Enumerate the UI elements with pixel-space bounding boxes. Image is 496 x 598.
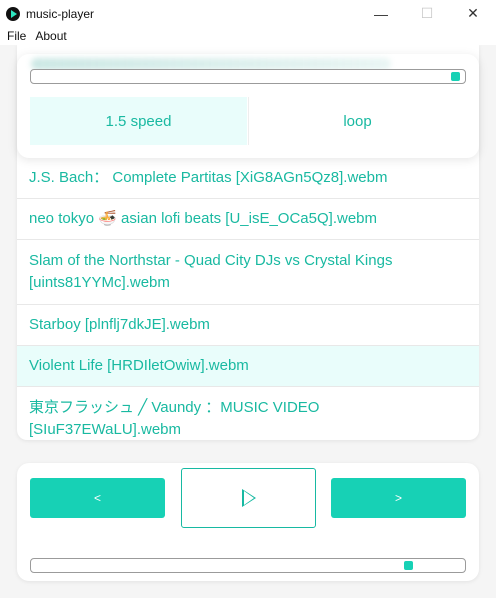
playlist-item[interactable]: J.S. Bach： Complete Partitas [XiG8AGn5Qz…	[17, 158, 479, 199]
playlist-item-title: neo tokyo 🍜 asian lofi beats [U_isE_OCa5…	[29, 210, 378, 227]
menu-file[interactable]: File	[7, 29, 26, 43]
next-button[interactable]: >	[331, 478, 466, 518]
playlist-item-title: Starboy [plnflj7dkJE].webm	[29, 316, 210, 333]
menu-about[interactable]: About	[35, 29, 66, 43]
window-title: music-player	[26, 6, 95, 21]
playback-controls: < >	[17, 463, 479, 581]
app-icon	[6, 6, 20, 21]
playlist-item-active[interactable]: Violent Life [HRDIletOwiw].webm	[17, 346, 479, 387]
playlist-item-title: J.S. Bach： Complete Partitas [XiG8AGn5Qz…	[29, 169, 388, 186]
maximize-button: ☐	[420, 5, 434, 21]
playlist-item[interactable]: neo tokyo 🍜 asian lofi beats [U_isE_OCa5…	[17, 199, 479, 240]
minimize-button[interactable]: —	[358, 0, 404, 27]
title-bar: music-player — ☐ ✕	[0, 0, 496, 27]
volume-slider[interactable]	[30, 558, 466, 573]
volume-slider-thumb[interactable]	[404, 561, 414, 570]
play-button[interactable]	[181, 468, 316, 528]
close-button[interactable]: ✕	[450, 0, 496, 27]
loop-button[interactable]: loop	[248, 97, 466, 145]
playlist-item-title: Slam of the Northstar - Quad City DJs vs…	[29, 252, 393, 291]
playlist-item[interactable]: Slam of the Northstar - Quad City DJs vs…	[17, 240, 479, 305]
play-icon	[241, 489, 256, 507]
main-content: J.S. Bach： Complete Partitas [XiG8AGn5Qz…	[0, 45, 496, 598]
speed-button[interactable]: 1.5 speed	[30, 97, 247, 145]
playlist-item[interactable]: Starboy [plnflj7dkJE].webm	[17, 305, 479, 346]
now-playing-panel: 1.5 speed loop	[17, 54, 479, 158]
menu-bar: File About	[0, 27, 496, 45]
playlist-item-title: 東京フラッシュ ╱ Vaundy ：MUSIC VIDEO [SIuF37EWa…	[29, 399, 320, 438]
playlist-item[interactable]: 東京フラッシュ ╱ Vaundy ：MUSIC VIDEO [SIuF37EWa…	[17, 387, 479, 440]
playlist-item-title: Violent Life [HRDIletOwiw].webm	[29, 357, 249, 374]
progress-slider-thumb[interactable]	[450, 72, 460, 81]
progress-slider[interactable]	[30, 69, 466, 84]
previous-button[interactable]: <	[30, 478, 165, 518]
window-controls: — ☐ ✕	[358, 0, 496, 27]
